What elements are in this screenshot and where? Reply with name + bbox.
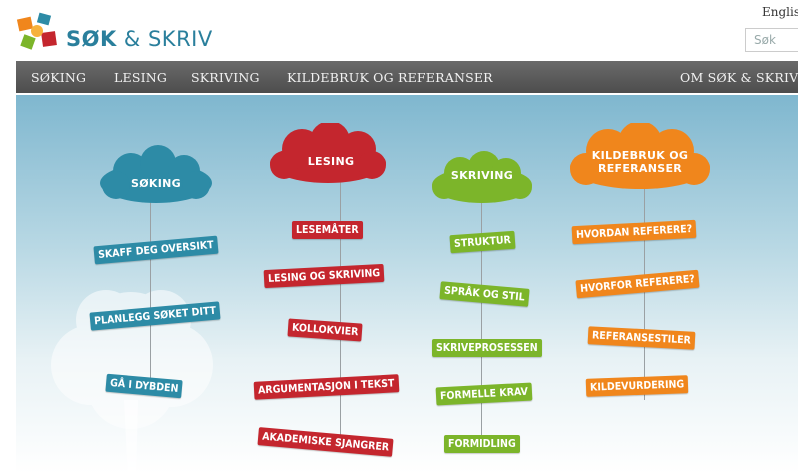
language-link[interactable]: English <box>762 5 798 19</box>
cloud-soking-icon <box>100 145 212 203</box>
link-lesing-og-skriving[interactable]: LESING OG SKRIVING <box>263 263 385 289</box>
column-title-line: KILDEBRUK OG <box>591 149 689 162</box>
column-title-lesing[interactable]: LESING <box>286 155 376 168</box>
link-skaff-deg-oversikt[interactable]: SKAFF DEG OVERSIKT <box>93 235 219 265</box>
link-akademiske-sjangrer[interactable]: AKADEMISKE SJANGRER <box>257 427 394 457</box>
site-logo[interactable]: SØK & SKRIV <box>16 10 212 56</box>
link-kildevurdering[interactable]: KILDEVURDERING <box>585 375 689 397</box>
column-title-line: REFERANSER <box>597 162 683 175</box>
link-formidling[interactable]: FORMIDLING <box>444 435 520 453</box>
string-line <box>150 185 151 385</box>
string-line <box>481 185 482 445</box>
search-input[interactable] <box>745 28 798 52</box>
nav-item-soking[interactable]: SØKING <box>31 70 86 85</box>
link-referansestiler[interactable]: REFERANSESTILER <box>587 326 696 350</box>
nav-item-om[interactable]: OM SØK & SKRIV <box>680 70 798 85</box>
link-hvordan-referere[interactable]: HVORDAN REFERERE? <box>571 219 697 245</box>
logo-text: SØK & SKRIV <box>66 27 213 51</box>
tree-illustration-icon <box>51 290 213 474</box>
string-line <box>340 175 341 445</box>
column-title-kildebruk[interactable]: KILDEBRUK OG REFERANSER <box>576 149 704 175</box>
link-argumentasjon[interactable]: ARGUMENTASJON I TEKST <box>253 374 399 400</box>
column-title-soking[interactable]: SØKING <box>104 177 208 190</box>
link-hvorfor-referere[interactable]: HVORFOR REFERERE? <box>575 269 700 299</box>
link-struktur[interactable]: STRUKTUR <box>449 230 516 254</box>
link-lesemater[interactable]: LESEMÅTER <box>292 221 363 239</box>
nav-item-lesing[interactable]: LESING <box>114 70 167 85</box>
puzzle-pieces-logo-icon <box>16 12 57 50</box>
string-line <box>644 185 645 400</box>
link-sprak-og-stil[interactable]: SPRÅK OG STIL <box>439 281 530 307</box>
link-skriveprosessen[interactable]: SKRIVEPROSESSEN <box>432 339 542 357</box>
site-header: SØK & SKRIV English <box>0 0 798 60</box>
nav-item-skriving[interactable]: SKRIVING <box>191 70 260 85</box>
nav-item-kildebruk[interactable]: KILDEBRUK OG REFERANSER <box>287 70 493 85</box>
topic-banner: SØKING SKAFF DEG OVERSIKT PLANLEGG SØKET… <box>16 95 798 474</box>
link-formelle-krav[interactable]: FORMELLE KRAV <box>435 382 533 406</box>
column-title-skriving[interactable]: SKRIVING <box>434 169 530 182</box>
link-kollokvier[interactable]: KOLLOKVIER <box>287 318 363 342</box>
main-navigation: SØKING LESING SKRIVING KILDEBRUK OG REFE… <box>16 61 798 93</box>
